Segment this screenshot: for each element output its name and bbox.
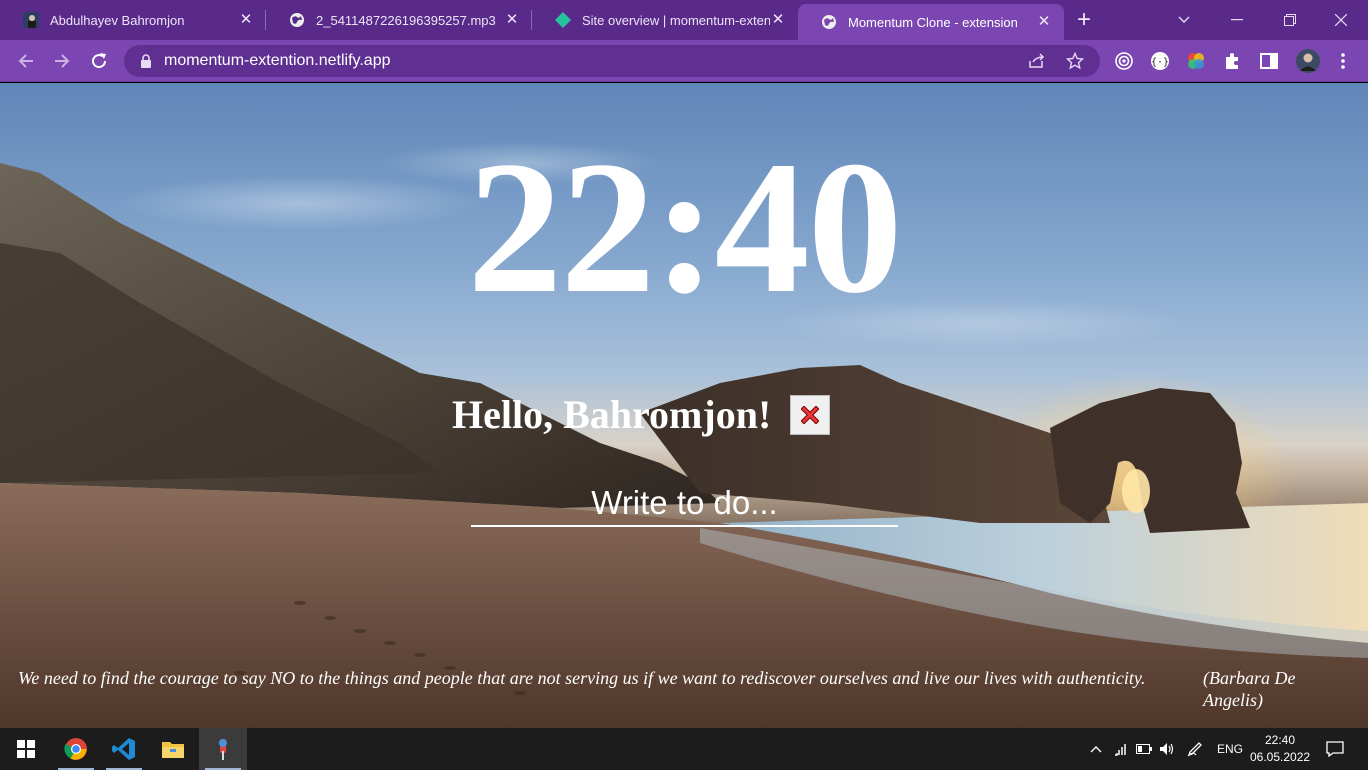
greeting-text: Hello, Bahromjon! (452, 392, 772, 437)
extension-color-icon[interactable] (1185, 50, 1207, 72)
bookmark-star-icon[interactable] (1066, 45, 1092, 77)
quote-text: We need to find the courage to say NO to… (18, 668, 1146, 688)
forward-arrow-icon[interactable] (50, 49, 74, 73)
clear-name-button[interactable] (790, 395, 830, 435)
reload-icon[interactable] (87, 49, 111, 73)
share-icon[interactable] (1028, 45, 1054, 77)
red-x-icon (801, 406, 819, 424)
clock-display: 22:40 (467, 123, 902, 333)
tab-title: Site overview | momentum-extenti (582, 12, 770, 28)
tab-title: Abdulhayev Bahromjon (50, 12, 185, 28)
show-hidden-icons-icon[interactable] (1086, 728, 1106, 770)
close-icon[interactable]: ✕ (238, 12, 254, 28)
side-panel-icon[interactable] (1258, 50, 1280, 72)
vscode-icon[interactable] (100, 728, 148, 770)
battery-icon[interactable] (1134, 728, 1154, 770)
todo-input[interactable] (471, 481, 898, 527)
pen-icon[interactable] (1184, 728, 1206, 770)
notification-icon[interactable] (1320, 728, 1350, 770)
address-bar[interactable]: momentum-extention.netlify.app (124, 45, 1100, 77)
system-time: 22:40 (1264, 733, 1296, 747)
system-clock[interactable]: 22:40 06.05.2022 (1250, 732, 1310, 766)
close-icon[interactable]: ✕ (504, 12, 520, 28)
browser-toolbar: momentum-extention.netlify.app {·} (0, 40, 1368, 82)
windows-taskbar: ENG 22:40 06.05.2022 (0, 728, 1368, 770)
close-icon[interactable]: ✕ (770, 12, 786, 28)
tab-mp3[interactable]: 2_5411487226196395257.mp3 ✕ (266, 0, 532, 40)
app-pin-icon[interactable] (199, 728, 247, 770)
tab-profile[interactable]: Abdulhayev Bahromjon ✕ (0, 0, 266, 40)
network-icon[interactable] (1111, 728, 1131, 770)
system-date: 06.05.2022 (1250, 750, 1311, 764)
tab-search-icon[interactable] (1170, 0, 1198, 40)
windows-start-icon[interactable] (2, 728, 50, 770)
svg-text:{·}: {·} (1151, 57, 1169, 68)
file-explorer-icon[interactable] (149, 728, 197, 770)
lock-icon (140, 54, 152, 68)
tab-netlify[interactable]: Site overview | momentum-extenti ✕ (532, 0, 798, 40)
extension-target-icon[interactable] (1113, 50, 1135, 72)
tab-title: Momentum Clone - extension (848, 14, 1018, 30)
netlify-diamond-icon (554, 11, 572, 29)
tab-strip: Abdulhayev Bahromjon ✕ 2_541148722619639… (0, 0, 1368, 40)
more-menu-icon[interactable] (1332, 50, 1354, 72)
window-close-icon[interactable] (1326, 0, 1356, 40)
quote-author: (Barbara De Angelis) (1203, 668, 1296, 710)
tab-momentum[interactable]: Momentum Clone - extension ✕ (798, 4, 1064, 40)
globe-icon (820, 13, 838, 31)
profile-photo-icon (22, 11, 40, 29)
greeting-row: Hello, Bahromjon! (0, 393, 1368, 437)
extensions-puzzle-icon[interactable] (1221, 50, 1243, 72)
chrome-icon[interactable] (52, 728, 100, 770)
tab-title: 2_5411487226196395257.mp3 (316, 12, 496, 28)
volume-icon[interactable] (1157, 728, 1177, 770)
profile-avatar[interactable] (1296, 49, 1320, 73)
back-arrow-icon[interactable] (14, 49, 38, 73)
address-text: momentum-extention.netlify.app (164, 52, 391, 69)
globe-icon (288, 11, 306, 29)
momentum-page: 22:40 Hello, Bahromjon! We need to find … (0, 83, 1368, 728)
restore-icon[interactable] (1275, 0, 1305, 40)
close-icon[interactable]: ✕ (1036, 14, 1052, 30)
new-tab-button[interactable]: + (1064, 0, 1104, 40)
minimize-icon[interactable] (1222, 0, 1252, 40)
language-indicator[interactable]: ENG (1212, 728, 1248, 770)
extension-code-icon[interactable]: {·} (1149, 50, 1171, 72)
